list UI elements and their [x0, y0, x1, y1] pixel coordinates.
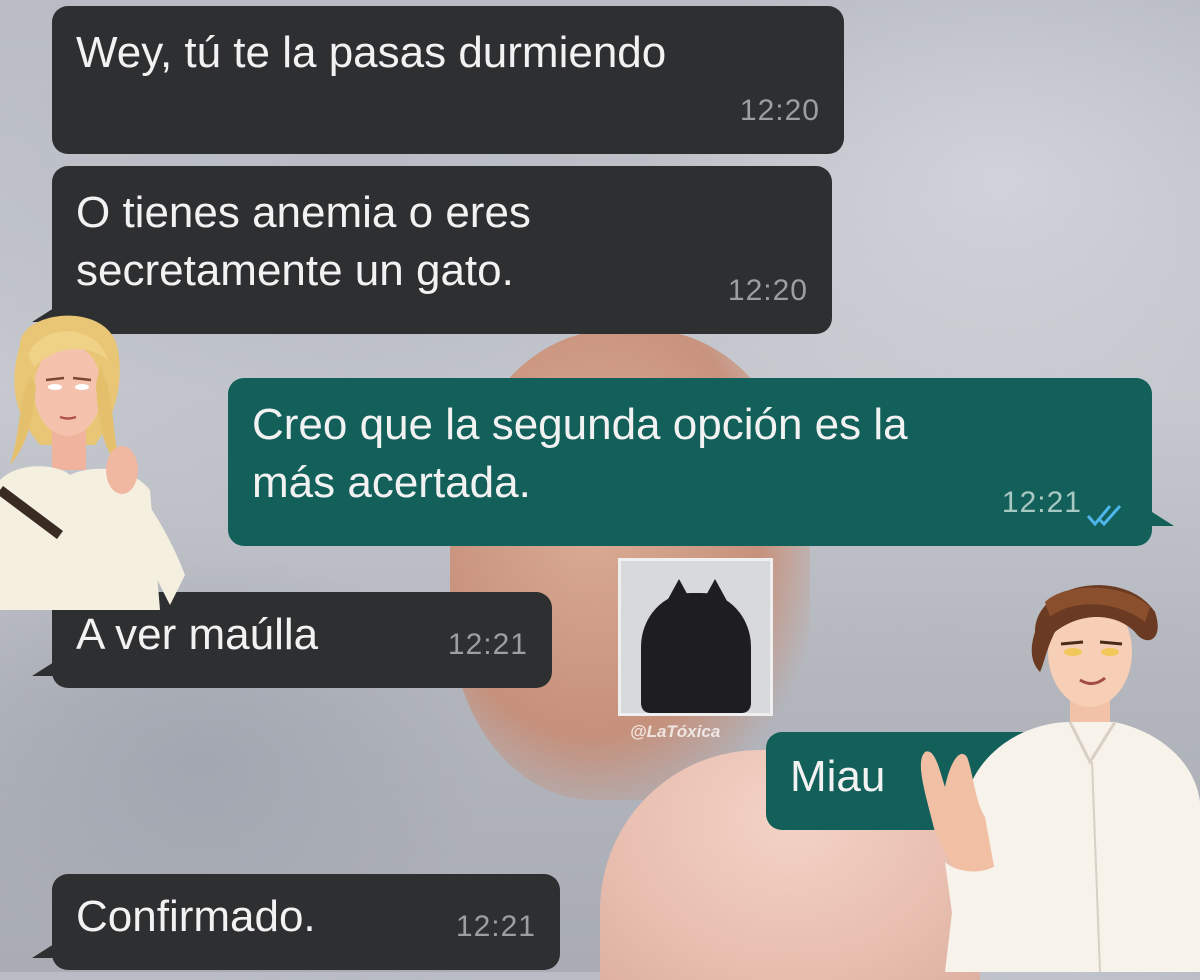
cat-silhouette-icon	[640, 579, 751, 713]
bubble-tail	[1152, 512, 1174, 526]
message-time: 12:20	[739, 94, 820, 127]
message-text: Creo que la segunda opción es la más ace…	[252, 400, 908, 507]
bubble-tail	[32, 662, 54, 676]
message-text: O tienes anemia o eres secretamente un g…	[76, 188, 531, 295]
message-time: 12:21	[447, 628, 528, 661]
message-bubble-incoming[interactable]: Confirmado. 12:21	[52, 874, 560, 970]
message-bubble-outgoing[interactable]: Creo que la segunda opción es la más ace…	[228, 378, 1152, 546]
message-time: 12:21	[1001, 486, 1082, 519]
watermark: @LaTóxica	[630, 722, 721, 741]
double-check-icon	[1086, 505, 1122, 527]
message-time: 12:20	[727, 274, 808, 307]
blonde-character-illustration	[0, 305, 192, 610]
brown-haired-character-illustration	[905, 572, 1200, 972]
cat-sticker-image	[618, 558, 773, 716]
message-text: Wey, tú te la pasas durmiendo	[76, 28, 667, 77]
message-time: 12:21	[455, 910, 536, 943]
message-bubble-incoming[interactable]: Wey, tú te la pasas durmiendo 12:20	[52, 6, 844, 154]
bubble-tail	[32, 944, 54, 958]
